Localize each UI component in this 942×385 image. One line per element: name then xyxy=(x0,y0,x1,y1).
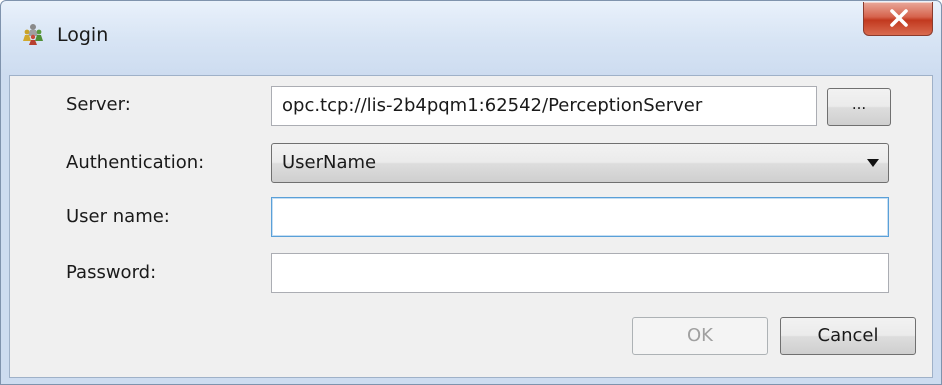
login-dialog: Login Server: opc.tcp://lis-2b4pqm1:6254… xyxy=(0,0,942,385)
title-bar[interactable]: Login xyxy=(1,1,941,75)
password-input[interactable] xyxy=(271,253,889,293)
server-label: Server: xyxy=(66,94,131,115)
authentication-label: Authentication: xyxy=(66,152,205,173)
authentication-dropdown[interactable]: UserName xyxy=(271,143,889,183)
cancel-button[interactable]: Cancel xyxy=(780,317,916,355)
close-icon xyxy=(890,9,908,27)
password-label: Password: xyxy=(66,262,157,283)
window-title: Login xyxy=(57,24,109,46)
people-group-icon xyxy=(21,22,45,46)
authentication-selected-value: UserName xyxy=(282,152,377,173)
username-label: User name: xyxy=(66,206,170,227)
close-button[interactable] xyxy=(863,2,933,36)
username-input[interactable] xyxy=(271,197,889,237)
dropdown-arrow-icon xyxy=(867,159,879,167)
dialog-content: Server: opc.tcp://lis-2b4pqm1:62542/Perc… xyxy=(9,75,933,378)
server-input[interactable]: opc.tcp://lis-2b4pqm1:62542/PerceptionSe… xyxy=(271,86,817,126)
browse-server-button[interactable]: ... xyxy=(827,88,891,126)
ok-button[interactable]: OK xyxy=(632,317,768,355)
